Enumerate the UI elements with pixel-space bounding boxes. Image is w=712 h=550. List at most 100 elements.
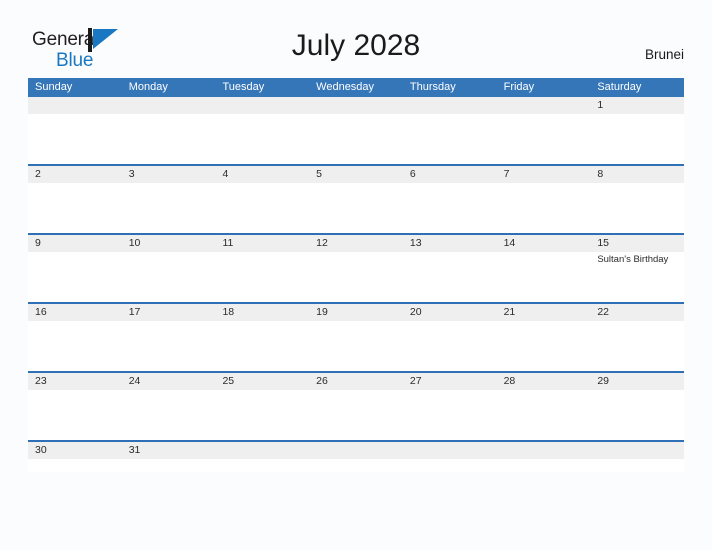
day-cell[interactable]: 9 <box>28 235 122 302</box>
day-body <box>215 459 310 472</box>
calendar-week-row: 23 24 25 26 27 28 29 <box>28 371 685 440</box>
day-number: 19 <box>309 304 403 321</box>
day-body <box>28 390 122 440</box>
day-cell[interactable]: 30 <box>28 442 122 472</box>
day-number: 17 <box>121 304 216 321</box>
day-cell[interactable]: 4 <box>215 166 310 233</box>
day-body <box>496 252 591 302</box>
day-body <box>28 459 122 472</box>
day-number: 14 <box>496 235 591 252</box>
day-cell[interactable]: 22 <box>590 304 685 371</box>
day-number: 18 <box>215 304 310 321</box>
day-body <box>309 114 403 164</box>
day-number: 4 <box>215 166 310 183</box>
day-body <box>590 114 685 164</box>
calendar-page: General Blue July 2028 Brunei Sunday Mon… <box>0 0 712 550</box>
weekday-friday: Friday <box>503 81 535 93</box>
day-body <box>309 321 403 371</box>
day-number: 25 <box>215 373 310 390</box>
day-cell[interactable]: 24 <box>121 373 216 440</box>
day-body <box>28 252 122 302</box>
day-number: 2 <box>28 166 122 183</box>
day-body <box>121 459 216 472</box>
day-body <box>28 114 122 164</box>
day-cell[interactable]: 13 <box>402 235 497 302</box>
day-cell[interactable]: 2 <box>28 166 122 233</box>
day-cell-empty <box>28 97 122 164</box>
day-body <box>309 390 403 440</box>
day-cell[interactable]: 17 <box>121 304 216 371</box>
day-cell[interactable]: 7 <box>496 166 591 233</box>
day-body <box>121 390 216 440</box>
page-header: General Blue July 2028 Brunei <box>0 0 712 78</box>
day-cell[interactable]: 29 <box>590 373 685 440</box>
page-title: July 2028 <box>291 29 421 62</box>
day-body <box>590 459 685 472</box>
day-cell[interactable]: 16 <box>28 304 122 371</box>
day-cell[interactable]: 23 <box>28 373 122 440</box>
day-body <box>496 114 591 164</box>
day-cell[interactable]: 27 <box>402 373 497 440</box>
day-number: 21 <box>496 304 591 321</box>
day-cell[interactable]: 25 <box>215 373 310 440</box>
day-body <box>402 114 497 164</box>
day-number: 28 <box>496 373 591 390</box>
day-number: 26 <box>309 373 403 390</box>
day-cell[interactable]: 12 <box>309 235 403 302</box>
day-number <box>121 97 216 114</box>
calendar-week-cells: 23 24 25 26 27 28 29 <box>28 373 685 440</box>
day-cell[interactable]: 19 <box>309 304 403 371</box>
day-cell[interactable]: 20 <box>402 304 497 371</box>
day-body <box>402 390 497 440</box>
day-cell-empty <box>215 442 310 472</box>
country-label: Brunei <box>644 47 684 62</box>
day-cell[interactable]: 3 <box>121 166 216 233</box>
day-cell[interactable]: 6 <box>402 166 497 233</box>
day-body <box>402 459 497 472</box>
calendar-week-cells: 1 <box>28 97 685 164</box>
weekday-tuesday: Tuesday <box>222 81 265 93</box>
day-number <box>402 97 497 114</box>
day-number <box>496 442 591 459</box>
day-body <box>496 390 591 440</box>
day-number: 6 <box>402 166 497 183</box>
day-body <box>121 252 216 302</box>
day-cell-empty <box>309 97 403 164</box>
day-body <box>590 183 685 233</box>
day-number: 13 <box>402 235 497 252</box>
day-number: 23 <box>28 373 122 390</box>
day-number: 24 <box>121 373 216 390</box>
day-number <box>590 442 685 459</box>
calendar-week-cells: 16 17 18 19 20 21 22 <box>28 304 685 371</box>
day-cell[interactable]: 1 <box>590 97 685 164</box>
day-number: 29 <box>590 373 685 390</box>
day-body <box>309 252 403 302</box>
day-cell[interactable]: 11 <box>215 235 310 302</box>
day-cell[interactable]: 5 <box>309 166 403 233</box>
day-cell[interactable]: 14 <box>496 235 591 302</box>
day-number: 15 <box>590 235 685 252</box>
weekday-sunday: Sunday <box>35 81 73 93</box>
day-cell[interactable]: 21 <box>496 304 591 371</box>
day-number: 31 <box>121 442 216 459</box>
day-number: 22 <box>590 304 685 321</box>
day-number <box>28 97 122 114</box>
day-body <box>402 321 497 371</box>
day-cell[interactable]: 26 <box>309 373 403 440</box>
day-cell[interactable]: 31 <box>121 442 216 472</box>
calendar-week-cells: 9 10 11 12 13 14 15 Sultan's Birthday <box>28 235 685 302</box>
day-cell[interactable]: 15 Sultan's Birthday <box>590 235 685 302</box>
day-body <box>28 183 122 233</box>
day-number: 9 <box>28 235 122 252</box>
weekday-header-row: Sunday Monday Tuesday Wednesday Thursday… <box>28 78 684 97</box>
day-number <box>309 97 403 114</box>
day-cell-empty <box>215 97 310 164</box>
weekday-wednesday: Wednesday <box>316 81 375 93</box>
day-cell[interactable]: 10 <box>121 235 216 302</box>
day-cell-empty <box>590 442 685 472</box>
day-cell-empty <box>309 442 403 472</box>
day-cell[interactable]: 18 <box>215 304 310 371</box>
day-cell[interactable]: 8 <box>590 166 685 233</box>
day-number <box>402 442 497 459</box>
day-cell[interactable]: 28 <box>496 373 591 440</box>
